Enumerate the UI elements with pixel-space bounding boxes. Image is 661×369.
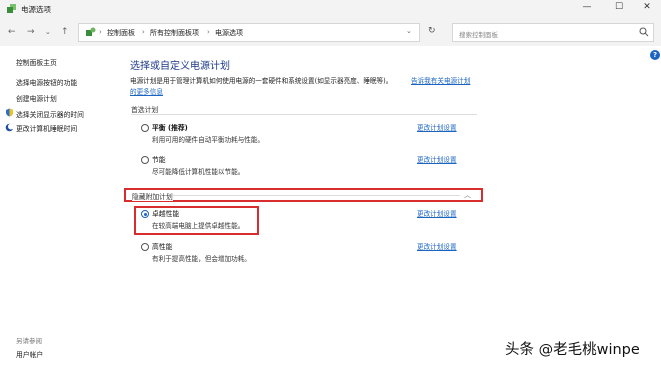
help-icon[interactable]: ? [650,50,660,60]
sidebar-item-power-button[interactable]: 选择电源按钮的功能 [16,77,77,87]
up-arrow-icon[interactable]: ↑ [61,26,69,38]
sidebar-item-display-off[interactable]: 选择关闭显示器的时间 [16,109,84,119]
title-bar: 电源选项 — ☐ ✕ [0,0,661,18]
maximize-button[interactable]: ☐ [604,0,634,14]
recent-locations-chevron-icon[interactable]: ⌄ [45,26,51,38]
navigation-bar: ← → ⌄ ↑ › 控制面板 › 所有控制面板项 › 电源选项 ⌄ ↻ 搜索控制… [0,18,661,46]
see-also-heading: 另请参阅 [16,337,42,345]
plan-radio-power-saver[interactable] [141,156,149,164]
section-divider [170,195,460,196]
change-plan-settings-link-balanced[interactable]: 更改计划设置 [417,122,457,132]
sidebar-item-sleep-time[interactable]: 更改计算机睡眠时间 [16,123,77,133]
forward-arrow-icon[interactable]: → [27,26,35,38]
plan-desc-ultimate-performance: 在较高端电脑上提供卓越性能。 [152,222,245,230]
sidebar-item-create-plan[interactable]: 创建电源计划 [16,93,57,103]
power-options-icon [7,4,16,13]
page-title: 选择或自定义电源计划 [130,61,230,72]
hidden-plans-label: 隐藏附加计划 [132,191,173,201]
section-divider [131,114,477,115]
learn-more-link-continued[interactable]: 的更多信息 [130,86,163,96]
chevron-up-icon[interactable]: ︿ [464,190,471,200]
minimize-button[interactable]: — [572,0,602,14]
plan-name-balanced: 平衡 (推荐) [152,124,188,132]
change-plan-settings-link-power-saver[interactable]: 更改计划设置 [417,154,457,164]
breadcrumb-control-panel[interactable]: 控制面板 [107,28,135,38]
address-dropdown-icon[interactable]: ⌄ [406,27,412,35]
breadcrumb-separator: › [142,28,145,36]
change-plan-settings-link-high[interactable]: 更改计划设置 [417,241,457,251]
change-plan-settings-link-ultimate[interactable]: 更改计划设置 [417,208,457,218]
window-title: 电源选项 [21,5,51,14]
plan-radio-high-performance[interactable] [141,243,149,251]
close-button[interactable]: ✕ [632,0,661,14]
hidden-plans-expander[interactable]: 隐藏附加计划 ︿ [124,188,483,202]
breadcrumb-separator: › [99,28,102,36]
plan-desc-high-performance: 有利于提高性能，但会增加功耗。 [152,255,251,263]
search-icon [639,27,649,37]
back-arrow-icon[interactable]: ← [8,26,16,38]
page-description: 电源计划是用于管理计算机如何使用电源的一套硬件和系统设置(如显示器亮度、睡眠等)… [130,77,393,85]
address-bar[interactable]: › 控制面板 › 所有控制面板项 › 电源选项 ⌄ [78,23,420,42]
breadcrumb-power-options[interactable]: 电源选项 [215,28,243,38]
search-box[interactable]: 搜索控制面板 [452,23,654,42]
plan-radio-balanced[interactable] [141,124,149,132]
sidebar-home-link[interactable]: 控制面板主页 [16,57,57,67]
plan-desc-balanced: 利用可用的硬件自动平衡功耗与性能。 [152,136,265,144]
moon-icon [5,123,14,132]
search-placeholder: 搜索控制面板 [459,31,498,39]
plan-name-power-saver: 节能 [152,156,166,164]
control-panel-icon [86,27,96,36]
learn-more-link[interactable]: 告诉我有关电源计划 [411,75,470,85]
breadcrumb-separator: › [207,28,210,36]
plan-name-ultimate-performance: 卓越性能 [152,210,180,218]
left-pane: 控制面板主页 选择电源按钮的功能 创建电源计划 选择关闭显示器的时间 更改计算机… [0,46,122,369]
plan-name-high-performance: 高性能 [152,243,173,251]
preferred-plans-label: 首选计划 [131,106,159,114]
user-accounts-link[interactable]: 用户帐户 [16,349,43,359]
plan-desc-power-saver: 尽可能降低计算机性能以节能。 [152,168,245,176]
watermark: 头条 @老毛桃winpe [505,342,640,358]
refresh-icon[interactable]: ↻ [428,26,436,36]
shield-icon [6,108,13,117]
plan-radio-ultimate-performance[interactable] [141,210,149,218]
breadcrumb-all-items[interactable]: 所有控制面板项 [150,28,199,38]
